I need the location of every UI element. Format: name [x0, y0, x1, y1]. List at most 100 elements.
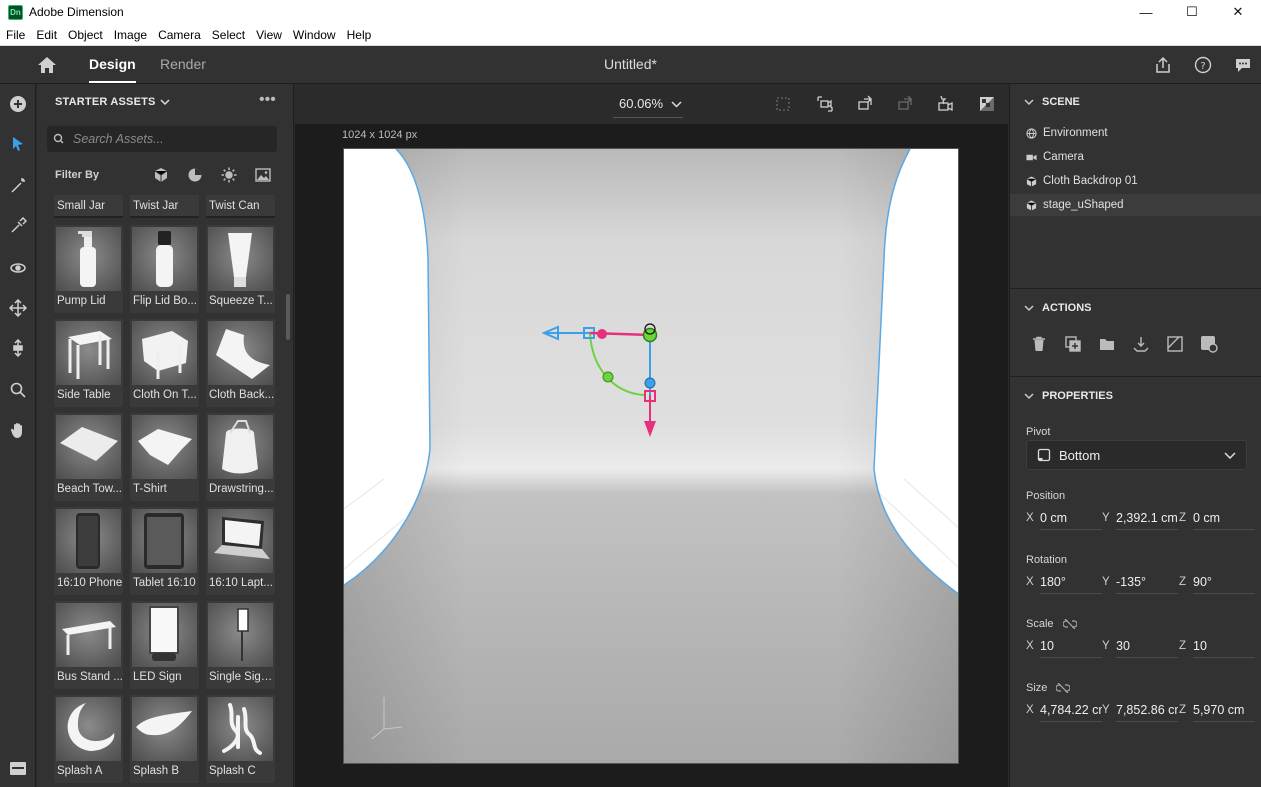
zoom-dropdown[interactable]: 60.06%	[619, 96, 682, 111]
duplicate-icon[interactable]	[1063, 334, 1083, 354]
rotation-y-field[interactable]: -135°	[1116, 574, 1178, 594]
place-on-image-icon[interactable]	[1165, 334, 1185, 354]
asset-tile-laptop[interactable]: 16:10 Lapt...	[206, 507, 275, 595]
size-y-field[interactable]: 7,852.86 cm	[1116, 702, 1178, 722]
scale-z-field[interactable]: 10	[1193, 638, 1255, 658]
asset-tile-side-table[interactable]: Side Table	[54, 319, 123, 407]
asset-tile-phone[interactable]: 16:10 Phone	[54, 507, 123, 595]
asset-tile-cloth-on-table[interactable]: Cloth On T...	[130, 319, 199, 407]
rotation-z-field[interactable]: 90°	[1193, 574, 1255, 594]
canvas[interactable]	[343, 148, 959, 764]
menu-image[interactable]: Image	[108, 28, 152, 42]
scene-item-label: Camera	[1043, 151, 1084, 163]
materials-filter-icon[interactable]	[187, 167, 203, 183]
asset-tile-led-sign[interactable]: LED Sign	[130, 601, 199, 689]
scene-item-camera[interactable]: Camera	[1010, 146, 1261, 168]
lights-filter-icon[interactable]	[221, 167, 237, 183]
asset-tile[interactable]: Twist Jar	[130, 195, 199, 218]
asset-tile-splash-b[interactable]: Splash B	[130, 695, 199, 783]
home-icon[interactable]	[36, 55, 58, 75]
frame-icon[interactable]	[772, 93, 794, 115]
scene-item-stage-ushaped[interactable]: stage_uShaped	[1010, 194, 1261, 216]
asset-tile-splash-c[interactable]: Splash C	[206, 695, 275, 783]
assets-scrollbar[interactable]	[286, 294, 290, 340]
viewport[interactable]: 1024 x 1024 px	[295, 124, 1008, 787]
images-filter-icon[interactable]	[255, 167, 271, 183]
group-folder-icon[interactable]	[1097, 334, 1117, 354]
magic-wand-icon[interactable]	[6, 174, 30, 198]
help-icon[interactable]: ?	[1192, 54, 1214, 76]
feedback-icon[interactable]	[1232, 54, 1254, 76]
scale-x-field[interactable]: 10	[1040, 638, 1102, 658]
undo-view-icon[interactable]	[854, 93, 876, 115]
unlinked-icon[interactable]	[1056, 683, 1071, 694]
move-icon[interactable]	[6, 296, 30, 320]
assets-heading[interactable]: STARTER ASSETS	[55, 96, 170, 108]
globe-icon	[1026, 127, 1037, 139]
drop-to-ground-icon[interactable]	[1131, 334, 1151, 354]
menu-select[interactable]: Select	[206, 28, 250, 42]
asset-tile-single-sign[interactable]: Single Sign...	[206, 601, 275, 689]
panel-toggle-icon[interactable]	[6, 756, 30, 780]
hand-icon[interactable]	[6, 418, 30, 442]
tab-render[interactable]: Render	[160, 56, 206, 72]
asset-tile-drawstring-bag[interactable]: Drawstring...	[206, 413, 275, 501]
position-z-field[interactable]: 0 cm	[1193, 510, 1255, 530]
scene-item-environment[interactable]: Environment	[1010, 122, 1261, 144]
position-x-field[interactable]: 0 cm	[1040, 510, 1102, 530]
minimize-button[interactable]: —	[1123, 0, 1169, 24]
asset-label: Flip Lid Bo...	[133, 295, 197, 307]
pivot-dropdown[interactable]: Bottom	[1026, 440, 1247, 470]
select-tool-icon[interactable]	[6, 132, 30, 156]
new-camera-icon[interactable]	[934, 93, 956, 115]
eyedropper-icon[interactable]	[6, 214, 30, 238]
more-options-button[interactable]: •••	[259, 92, 276, 108]
asset-tile[interactable]: Small Jar	[54, 195, 123, 218]
menu-help[interactable]: Help	[341, 28, 377, 42]
menu-window[interactable]: Window	[287, 28, 341, 42]
size-label-row: Size	[1026, 682, 1071, 694]
asset-tile-squeeze-tube[interactable]: Squeeze T...	[206, 225, 275, 313]
models-filter-icon[interactable]	[153, 167, 169, 183]
scene-section-header[interactable]: SCENE	[1024, 96, 1080, 108]
menu-camera[interactable]: Camera	[152, 28, 206, 42]
unlinked-icon[interactable]	[1062, 619, 1077, 630]
size-x-field[interactable]: 4,784.22 cm	[1040, 702, 1102, 722]
menu-view[interactable]: View	[250, 28, 287, 42]
asset-label: Splash C	[209, 765, 256, 777]
asset-tile-pump-lid[interactable]: Pump Lid	[54, 225, 123, 313]
delete-icon[interactable]	[1029, 334, 1049, 354]
size-z-field[interactable]: 5,970 cm	[1193, 702, 1255, 722]
redo-view-icon[interactable]	[894, 93, 916, 115]
move-to-view-icon[interactable]	[1199, 334, 1219, 354]
asset-tile-t-shirt[interactable]: T-Shirt	[130, 413, 199, 501]
menu-object[interactable]: Object	[62, 28, 108, 42]
scale-y-field[interactable]: 30	[1116, 638, 1178, 658]
close-button[interactable]: ✕	[1215, 0, 1261, 24]
render-preview-icon[interactable]	[976, 93, 998, 115]
actions-section-header[interactable]: ACTIONS	[1024, 302, 1092, 314]
menu-file[interactable]: File	[0, 28, 30, 42]
asset-tile-beach-towel[interactable]: Beach Tow...	[54, 413, 123, 501]
position-y-field[interactable]: 2,392.1 cm	[1116, 510, 1178, 530]
maximize-button[interactable]: ☐	[1169, 0, 1215, 24]
menu-edit[interactable]: Edit	[30, 28, 62, 42]
dolly-icon[interactable]	[6, 336, 30, 360]
asset-tile[interactable]: Twist Can	[206, 195, 275, 218]
add-icon[interactable]	[6, 92, 30, 116]
asset-tile-flip-lid[interactable]: Flip Lid Bo...	[130, 225, 199, 313]
properties-section-header[interactable]: PROPERTIES	[1024, 390, 1113, 402]
asset-tile-splash-a[interactable]: Splash A	[54, 695, 123, 783]
search-input[interactable]	[73, 132, 263, 146]
zoom-icon[interactable]	[6, 378, 30, 402]
asset-tile-cloth-backdrop[interactable]: Cloth Back...	[206, 319, 275, 407]
tab-design[interactable]: Design	[89, 56, 136, 83]
scene-item-cloth-backdrop[interactable]: Cloth Backdrop 01	[1010, 170, 1261, 192]
orbit-icon[interactable]	[6, 256, 30, 280]
rotation-x-field[interactable]: 180°	[1040, 574, 1102, 594]
filter-label: Filter By	[55, 169, 100, 181]
asset-tile-tablet[interactable]: Tablet 16:10	[130, 507, 199, 595]
camera-bookmark-icon[interactable]	[814, 93, 836, 115]
asset-tile-bus-stand[interactable]: Bus Stand ...	[54, 601, 123, 689]
share-icon[interactable]	[1152, 54, 1174, 76]
